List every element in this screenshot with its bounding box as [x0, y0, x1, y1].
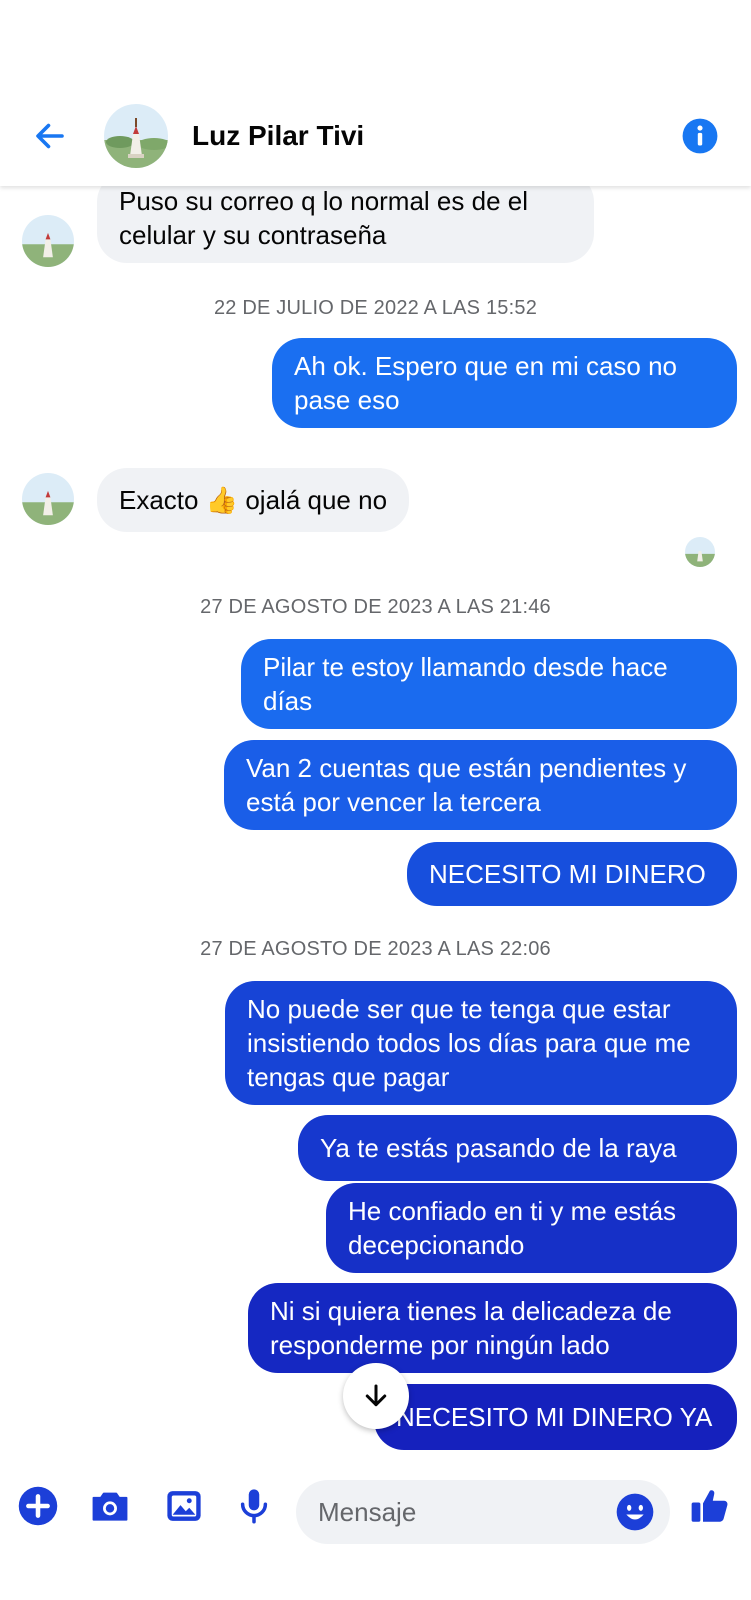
message-text: NECESITO MI DINERO YA — [396, 1402, 713, 1432]
image-icon — [167, 1491, 201, 1521]
arrow-left-icon — [36, 123, 64, 149]
message-composer: Mensaje — [0, 1460, 751, 1600]
message-text: Pilar te estoy llamando desde hace días — [263, 652, 668, 716]
message-text: Ah ok. Espero que en mi caso no pase eso — [294, 351, 678, 415]
sender-avatar[interactable] — [22, 473, 74, 525]
message-bubble-outgoing[interactable]: Ni si quiera tienes la delicadeza de res… — [248, 1283, 737, 1373]
message-bubble-outgoing[interactable]: Ya te estás pasando de la raya — [298, 1115, 737, 1181]
seen-receipt-avatar — [685, 537, 715, 567]
chat-header: Luz Pilar Tivi — [0, 0, 751, 186]
arrow-down-icon — [365, 1384, 387, 1407]
scroll-to-bottom-button[interactable] — [343, 1363, 409, 1429]
emoji-button[interactable] — [612, 1489, 658, 1535]
message-text: Ya te estás pasando de la raya — [320, 1133, 677, 1163]
info-button[interactable] — [678, 114, 722, 158]
contact-name[interactable]: Luz Pilar Tivi — [192, 120, 364, 152]
microphone-icon — [240, 1489, 268, 1524]
message-text: No puede ser que te tenga que estar insi… — [247, 994, 691, 1092]
info-icon — [682, 118, 718, 154]
like-button[interactable] — [686, 1482, 734, 1530]
timestamp: 22 DE JULIO DE 2022 A LAS 15:52 — [213, 297, 538, 319]
sender-avatar[interactable] — [22, 215, 74, 267]
message-bubble-outgoing[interactable]: He confiado en ti y me estás decepcionan… — [326, 1183, 737, 1273]
message-bubble-outgoing[interactable]: NECESITO MI DINERO YA — [374, 1384, 737, 1450]
emoji-icon — [616, 1493, 654, 1531]
camera-button[interactable] — [86, 1482, 134, 1530]
message-text: Van 2 cuentas que están pendientes y est… — [246, 753, 687, 817]
gallery-button[interactable] — [160, 1482, 208, 1530]
message-text: Exacto — [119, 485, 199, 515]
message-text: He confiado en ti y me estás decepcionan… — [348, 1196, 677, 1260]
message-bubble-outgoing[interactable]: Pilar te estoy llamando desde hace días — [241, 639, 737, 729]
message-text: NECESITO MI DINERO — [429, 859, 706, 889]
voice-button[interactable] — [230, 1482, 278, 1530]
message-input[interactable]: Mensaje — [296, 1480, 670, 1544]
camera-icon — [92, 1492, 128, 1521]
back-button[interactable] — [28, 114, 72, 158]
message-bubble-outgoing[interactable]: NECESITO MI DINERO — [407, 842, 737, 906]
message-bubble-outgoing[interactable]: Ah ok. Espero que en mi caso no pase eso — [272, 338, 737, 428]
timestamp: 27 DE AGOSTO DE 2023 A LAS 21:46 — [200, 596, 551, 618]
thumbs-up-emoji: 👍 — [205, 485, 239, 515]
contact-avatar[interactable] — [104, 104, 168, 168]
thumbs-up-icon — [691, 1490, 728, 1522]
plus-icon — [18, 1486, 58, 1526]
message-bubble-outgoing[interactable]: Van 2 cuentas que están pendientes y est… — [224, 740, 737, 830]
message-text: Ni si quiera tienes la delicadeza de res… — [270, 1296, 672, 1360]
message-text: ojalá que no — [245, 485, 388, 515]
message-bubble-incoming[interactable]: Exacto 👍 ojalá que no — [97, 468, 410, 532]
message-text: Puso su correo q lo normal es de el celu… — [119, 186, 528, 250]
message-placeholder: Mensaje — [318, 1497, 417, 1527]
add-button[interactable] — [14, 1482, 62, 1530]
timestamp: 27 DE AGOSTO DE 2023 A LAS 22:06 — [200, 938, 551, 960]
message-bubble-outgoing[interactable]: No puede ser que te tenga que estar insi… — [225, 981, 737, 1105]
